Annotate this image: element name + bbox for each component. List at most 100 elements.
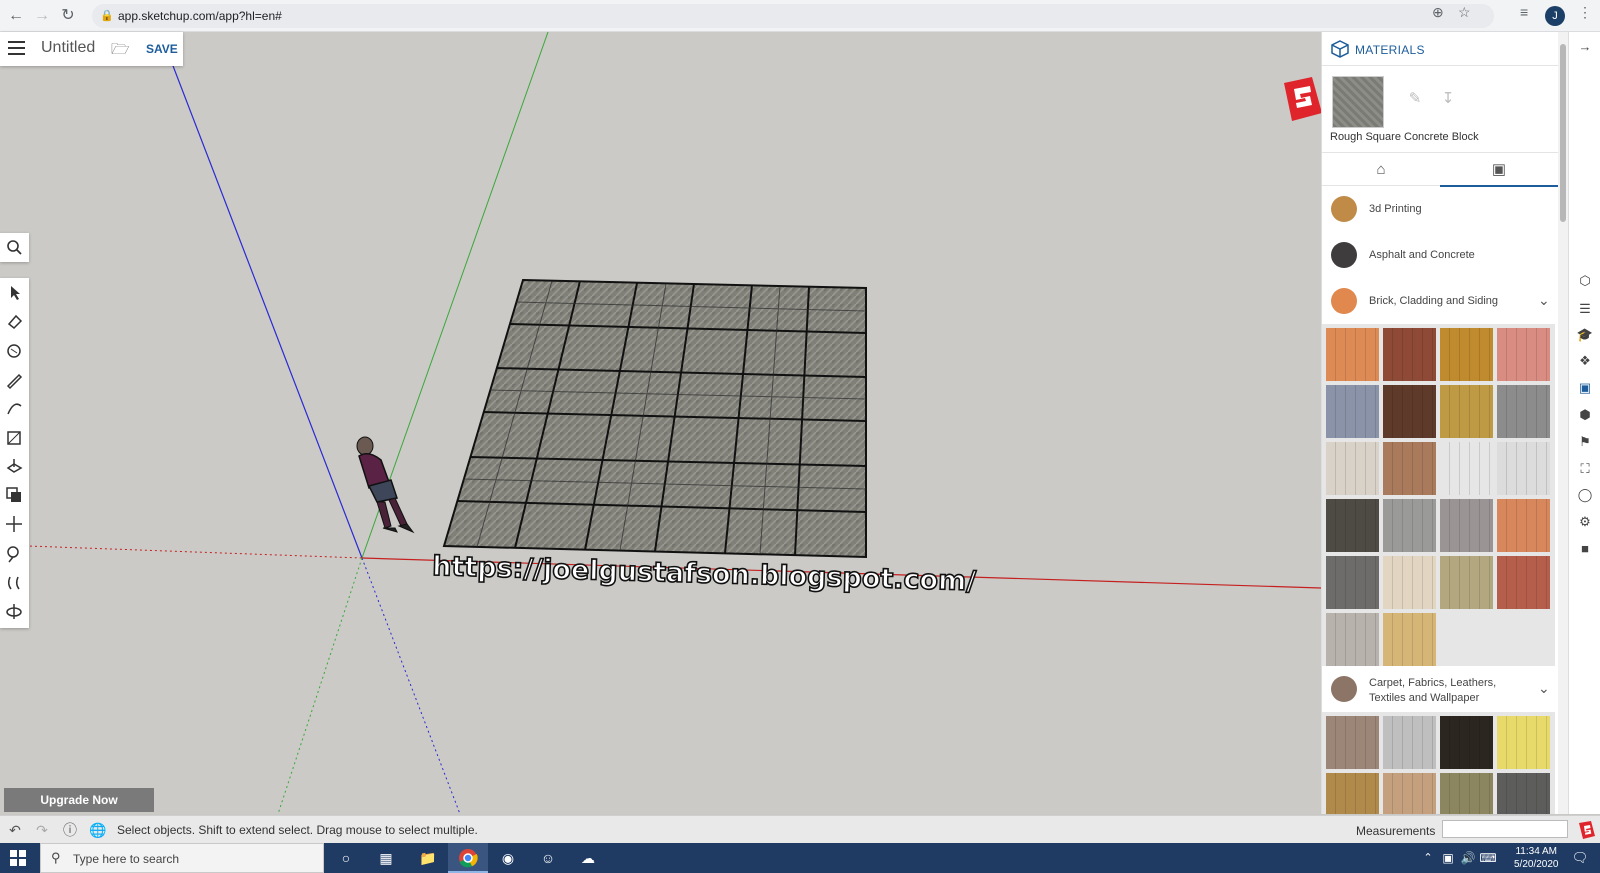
material-swatch[interactable] <box>1383 385 1436 438</box>
star-icon[interactable]: ☆ <box>1458 4 1471 21</box>
material-swatch[interactable] <box>1497 328 1550 381</box>
material-swatch[interactable] <box>1440 328 1493 381</box>
3d-warehouse-icon[interactable]: ■ <box>1576 540 1594 558</box>
search-tool-button[interactable] <box>0 233 29 262</box>
styles-icon[interactable]: ⬢ <box>1576 406 1594 424</box>
outliner-icon[interactable]: ☰ <box>1576 300 1594 318</box>
file-explorer-icon[interactable]: 📁 <box>418 848 438 868</box>
material-swatch[interactable] <box>1383 556 1436 609</box>
material-swatch[interactable] <box>1383 328 1436 381</box>
current-material-thumbnail[interactable] <box>1332 76 1384 128</box>
material-swatch[interactable] <box>1326 773 1379 814</box>
material-swatch[interactable] <box>1326 385 1379 438</box>
chevron-down-icon[interactable]: ⌄ <box>1538 292 1550 309</box>
material-swatch[interactable] <box>1383 773 1436 814</box>
scenes-icon[interactable]: ⛶ <box>1576 460 1594 478</box>
remote-desktop-icon[interactable]: ☁ <box>578 848 598 868</box>
material-swatch[interactable] <box>1497 556 1550 609</box>
material-swatch[interactable] <box>1326 442 1379 495</box>
material-swatch[interactable] <box>1383 716 1436 769</box>
pencil-tool-icon[interactable] <box>4 369 25 390</box>
solid-inspector-icon[interactable]: ⚙ <box>1576 513 1594 531</box>
collapse-panel-icon[interactable]: → <box>1576 38 1594 56</box>
rectangle-tool-icon[interactable] <box>4 427 25 448</box>
category-3d-printing[interactable]: 3d Printing <box>1322 186 1558 232</box>
taskbar-clock[interactable]: 11:34 AM 5/20/2020 <box>1514 845 1559 871</box>
network-icon[interactable]: ▣ <box>1438 848 1458 868</box>
measurements-input[interactable] <box>1442 820 1568 838</box>
material-swatch[interactable] <box>1440 385 1493 438</box>
material-swatch[interactable] <box>1383 442 1436 495</box>
upgrade-now-button[interactable]: Upgrade Now <box>4 788 154 812</box>
model-viewport[interactable]: https://joelgustafson.blogspot.com/ <box>0 32 1321 814</box>
material-swatch[interactable] <box>1326 328 1379 381</box>
category-brick-cladding[interactable]: Brick, Cladding and Siding ⌄ <box>1322 278 1558 324</box>
category-carpet-fabrics[interactable]: Carpet, Fabrics, Leathers, Textiles and … <box>1322 666 1558 712</box>
undo-icon[interactable]: ↶ <box>6 821 24 839</box>
material-swatch[interactable] <box>1497 442 1550 495</box>
move-tool-icon[interactable] <box>4 514 25 535</box>
material-swatch[interactable] <box>1440 556 1493 609</box>
materials-icon[interactable]: ▣ <box>1576 379 1594 397</box>
material-swatch[interactable] <box>1440 716 1493 769</box>
material-swatch[interactable] <box>1497 773 1550 814</box>
material-swatch[interactable] <box>1326 499 1379 552</box>
material-swatch[interactable] <box>1497 716 1550 769</box>
entity-info-icon[interactable]: ⬡ <box>1576 272 1594 290</box>
edit-material-icon[interactable]: ✎ <box>1406 90 1424 108</box>
category-asphalt-concrete[interactable]: Asphalt and Concrete <box>1322 232 1558 278</box>
reload-icon[interactable]: ↻ <box>58 6 78 26</box>
back-icon[interactable]: ← <box>6 6 26 26</box>
material-swatch[interactable] <box>1383 613 1436 666</box>
tab-home[interactable]: ⌂ <box>1322 153 1440 187</box>
offset-tool-icon[interactable] <box>4 485 25 506</box>
display-icon[interactable]: ◯ <box>1576 486 1594 504</box>
arc-tool-icon[interactable] <box>4 398 25 419</box>
windows-start-icon[interactable] <box>10 850 26 866</box>
material-swatch[interactable] <box>1326 716 1379 769</box>
material-swatch[interactable] <box>1497 499 1550 552</box>
push-pull-tool-icon[interactable] <box>4 456 25 477</box>
material-swatch[interactable] <box>1326 556 1379 609</box>
save-button[interactable]: SAVE <box>146 42 178 56</box>
tray-expand-icon[interactable]: ⌃ <box>1418 848 1438 868</box>
profile-avatar[interactable]: J <box>1545 6 1565 26</box>
keyboard-icon[interactable]: ⌨ <box>1478 848 1498 868</box>
material-swatch[interactable] <box>1326 613 1379 666</box>
panel-scrollbar-thumb[interactable] <box>1560 44 1566 222</box>
tab-browse[interactable]: ▣ <box>1440 153 1558 187</box>
taskbar-search-box[interactable]: ⚲ Type here to search <box>40 843 324 873</box>
discord-icon[interactable]: ☺ <box>538 848 558 868</box>
forward-icon[interactable]: → <box>32 6 52 26</box>
chrome-taskbar-button[interactable] <box>448 843 488 873</box>
volume-icon[interactable]: 🔊 <box>1458 848 1478 868</box>
material-swatch[interactable] <box>1383 499 1436 552</box>
notifications-icon[interactable]: 🗨 <box>1570 848 1590 868</box>
task-view-icon[interactable]: ▦ <box>376 848 396 868</box>
reading-list-icon[interactable]: ≡ <box>1520 4 1528 20</box>
paint-bucket-tool-icon[interactable] <box>4 340 25 361</box>
cortana-icon[interactable]: ○ <box>336 848 356 868</box>
download-material-icon[interactable]: ↧ <box>1439 90 1457 108</box>
eraser-tool-icon[interactable] <box>4 311 25 332</box>
chevron-down-icon[interactable]: ⌄ <box>1538 680 1550 697</box>
material-swatch[interactable] <box>1497 385 1550 438</box>
scene-canvas[interactable]: https://joelgustafson.blogspot.com/ <box>0 32 1321 814</box>
document-title[interactable]: Untitled <box>41 39 95 57</box>
zoom-icon[interactable]: ⊕ <box>1432 4 1444 21</box>
tape-measure-tool-icon[interactable] <box>4 543 25 564</box>
components-icon[interactable]: ❖ <box>1576 352 1594 370</box>
redo-icon[interactable]: ↷ <box>33 821 51 839</box>
address-bar[interactable]: 🔒 app.sketchup.com/app?hl=en# <box>92 4 1494 28</box>
browser-menu-icon[interactable]: ⋮ <box>1578 4 1592 21</box>
hamburger-menu-icon[interactable] <box>8 41 25 55</box>
instructor-icon[interactable]: 🎓 <box>1576 326 1594 344</box>
material-swatch[interactable] <box>1440 442 1493 495</box>
open-folder-icon[interactable]: 🗁 <box>111 39 130 64</box>
select-tool-icon[interactable] <box>4 282 25 303</box>
tags-icon[interactable]: ⚑ <box>1576 433 1594 451</box>
material-swatch[interactable] <box>1440 499 1493 552</box>
steam-icon[interactable]: ◉ <box>498 848 518 868</box>
orbit-tool-icon[interactable] <box>4 601 25 622</box>
globe-icon[interactable]: 🌐 <box>89 821 107 839</box>
